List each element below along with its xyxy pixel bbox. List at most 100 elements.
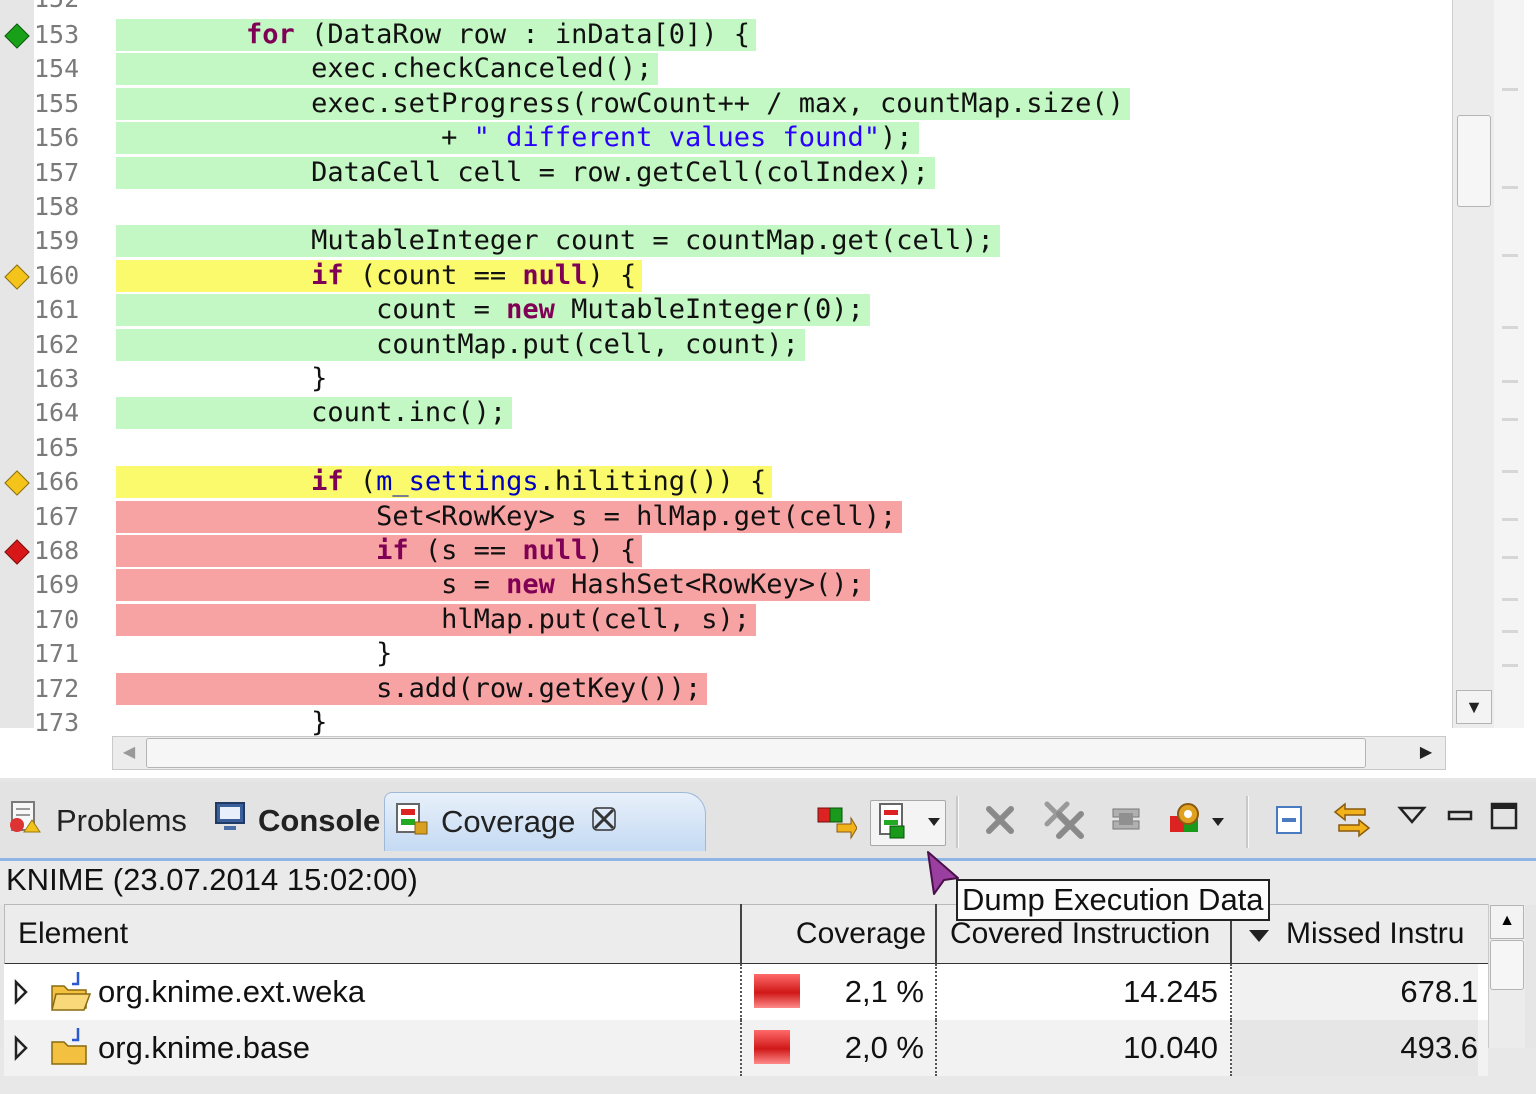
code-line[interactable]: if (m_settings.hiliting()) { — [116, 466, 773, 499]
overview-mark[interactable] — [1502, 630, 1518, 633]
overview-mark[interactable] — [1502, 186, 1518, 189]
scroll-down-button[interactable]: ▼ — [1456, 690, 1492, 724]
code-token: countMap.put(cell, count); — [116, 328, 799, 360]
minimize-button[interactable] — [1438, 796, 1482, 840]
line-number: 153 — [34, 20, 80, 49]
code-line[interactable]: } — [116, 363, 333, 395]
code-line[interactable]: count = new MutableInteger(0); — [116, 294, 870, 327]
overview-mark[interactable] — [1502, 518, 1518, 521]
code-line[interactable]: exec.checkCanceled(); — [116, 53, 659, 86]
column-header-coverage[interactable]: Coverage — [742, 904, 926, 964]
overview-mark[interactable] — [1502, 598, 1518, 601]
overview-mark[interactable] — [1502, 380, 1518, 383]
covered-instructions-value: 14.245 — [1123, 974, 1218, 1009]
code-token: exec.setProgress(rowCount++ / max, count… — [116, 87, 1124, 119]
overview-mark[interactable] — [1502, 470, 1518, 473]
code-token: MutableInteger count = countMap.get(cell… — [116, 225, 994, 257]
select-session-icon — [1166, 800, 1230, 845]
code-line[interactable]: exec.setProgress(rowCount++ / max, count… — [116, 87, 1130, 120]
column-divider — [740, 964, 742, 1020]
code-line[interactable] — [116, 432, 122, 464]
line-number: 169 — [34, 570, 80, 600]
remove-session-button[interactable] — [978, 800, 1022, 844]
code-token: exec.checkCanceled(); — [116, 53, 653, 85]
code-line[interactable]: hlMap.put(cell, s); — [116, 603, 756, 636]
column-divider[interactable] — [935, 904, 937, 964]
view-menu-button[interactable] — [1390, 796, 1434, 840]
collapse-all-button[interactable] — [1268, 800, 1312, 844]
overview-mark[interactable] — [1502, 88, 1518, 91]
merge-sessions-icon — [1107, 803, 1145, 842]
code-token: null — [522, 259, 588, 291]
overview-mark[interactable] — [1502, 326, 1518, 329]
code-token: HashSet<RowKey>(); — [554, 569, 864, 601]
covered-instructions-value: 10.040 — [1123, 1030, 1218, 1065]
select-session-button[interactable] — [1166, 800, 1230, 844]
overview-ruler[interactable] — [1494, 0, 1524, 728]
line-number: 157 — [34, 157, 80, 187]
tab-coverage[interactable]: Coverage — [384, 792, 706, 851]
tab-problems[interactable]: Problems — [6, 792, 187, 850]
overview-mark[interactable] — [1502, 254, 1518, 257]
scroll-left-button[interactable]: ◀ — [113, 737, 145, 769]
collapse-all-icon — [1273, 803, 1307, 842]
code-line[interactable]: } — [116, 707, 333, 739]
merge-sessions-button[interactable] — [1104, 800, 1148, 844]
code-line[interactable]: count.inc(); — [116, 397, 513, 430]
line-number: 162 — [34, 329, 80, 359]
table-scroll-up-button[interactable]: ▲ — [1490, 905, 1524, 939]
code-token: ( — [343, 466, 377, 498]
scroll-right-button[interactable]: ▶ — [1410, 737, 1442, 769]
code-line[interactable]: DataCell cell = row.getCell(colIndex); — [116, 156, 935, 189]
code-token: count.inc(); — [116, 397, 507, 429]
coverage-value: 2,1 % — [844, 974, 924, 1009]
overview-mark[interactable] — [1502, 664, 1518, 667]
expand-arrow-icon[interactable] — [10, 964, 30, 1020]
code-token: } — [116, 638, 393, 670]
column-header-element[interactable]: Element — [18, 904, 128, 964]
code-line[interactable]: s = new HashSet<RowKey>(); — [116, 569, 870, 602]
overview-mark[interactable] — [1502, 418, 1518, 421]
marker-gutter[interactable] — [0, 0, 34, 728]
console-icon — [214, 800, 246, 842]
close-tab-icon[interactable] — [591, 804, 617, 840]
table-row[interactable]: org.knime.base 2,0 % 10.040 493.6 — [4, 1020, 1488, 1076]
code-line[interactable]: for (DataRow row : inData[0]) { — [116, 19, 756, 51]
code-token: for — [246, 19, 295, 50]
dump-execution-data-button[interactable] — [870, 800, 946, 846]
line-number: 161 — [34, 295, 80, 325]
vertical-scroll-thumb[interactable] — [1457, 115, 1491, 207]
coverage-value: 2,0 % — [844, 1030, 924, 1065]
column-header-missed-instructions[interactable]: Missed Instru — [1248, 904, 1464, 964]
code-line[interactable]: countMap.put(cell, count); — [116, 328, 805, 361]
package-folder-icon — [48, 1020, 94, 1076]
code-line[interactable] — [116, 191, 122, 223]
code-editor[interactable]: 152 153 for (DataRow row : inData[0]) {1… — [0, 0, 1536, 778]
code-token: ) { — [587, 259, 637, 291]
horizontal-scroll-thumb[interactable] — [146, 738, 1366, 768]
code-line[interactable]: } — [116, 638, 398, 670]
code-line[interactable]: if (count == null) { — [116, 259, 643, 292]
tab-console-label: Console — [258, 803, 381, 838]
link-with-selection-button[interactable] — [1330, 800, 1374, 844]
maximize-button[interactable] — [1482, 796, 1526, 840]
vertical-scrollbar[interactable] — [1452, 0, 1495, 728]
code-line[interactable]: Set<RowKey> s = hlMap.get(cell); — [116, 500, 903, 533]
line-number: 163 — [34, 364, 80, 393]
relaunch-coverage-button[interactable] — [814, 800, 858, 844]
expand-arrow-icon[interactable] — [10, 1020, 30, 1076]
overview-mark[interactable] — [1502, 556, 1518, 559]
remove-all-sessions-button[interactable] — [1042, 800, 1086, 844]
table-scroll-thumb[interactable] — [1490, 940, 1524, 990]
line-number: 155 — [34, 88, 80, 118]
code-line[interactable]: + " different values found"); — [116, 122, 919, 155]
code-line[interactable]: MutableInteger count = countMap.get(cell… — [116, 225, 1000, 258]
table-row[interactable]: org.knime.ext.weka 2,1 % 14.245 678.1 — [4, 964, 1488, 1020]
tab-console[interactable]: Console — [214, 792, 380, 850]
code-line[interactable]: s.add(row.getKey()); — [116, 672, 708, 705]
tab-coverage-label: Coverage — [441, 804, 576, 839]
tooltip: Dump Execution Data — [956, 879, 1270, 921]
code-line[interactable]: if (s == null) { — [116, 535, 643, 567]
